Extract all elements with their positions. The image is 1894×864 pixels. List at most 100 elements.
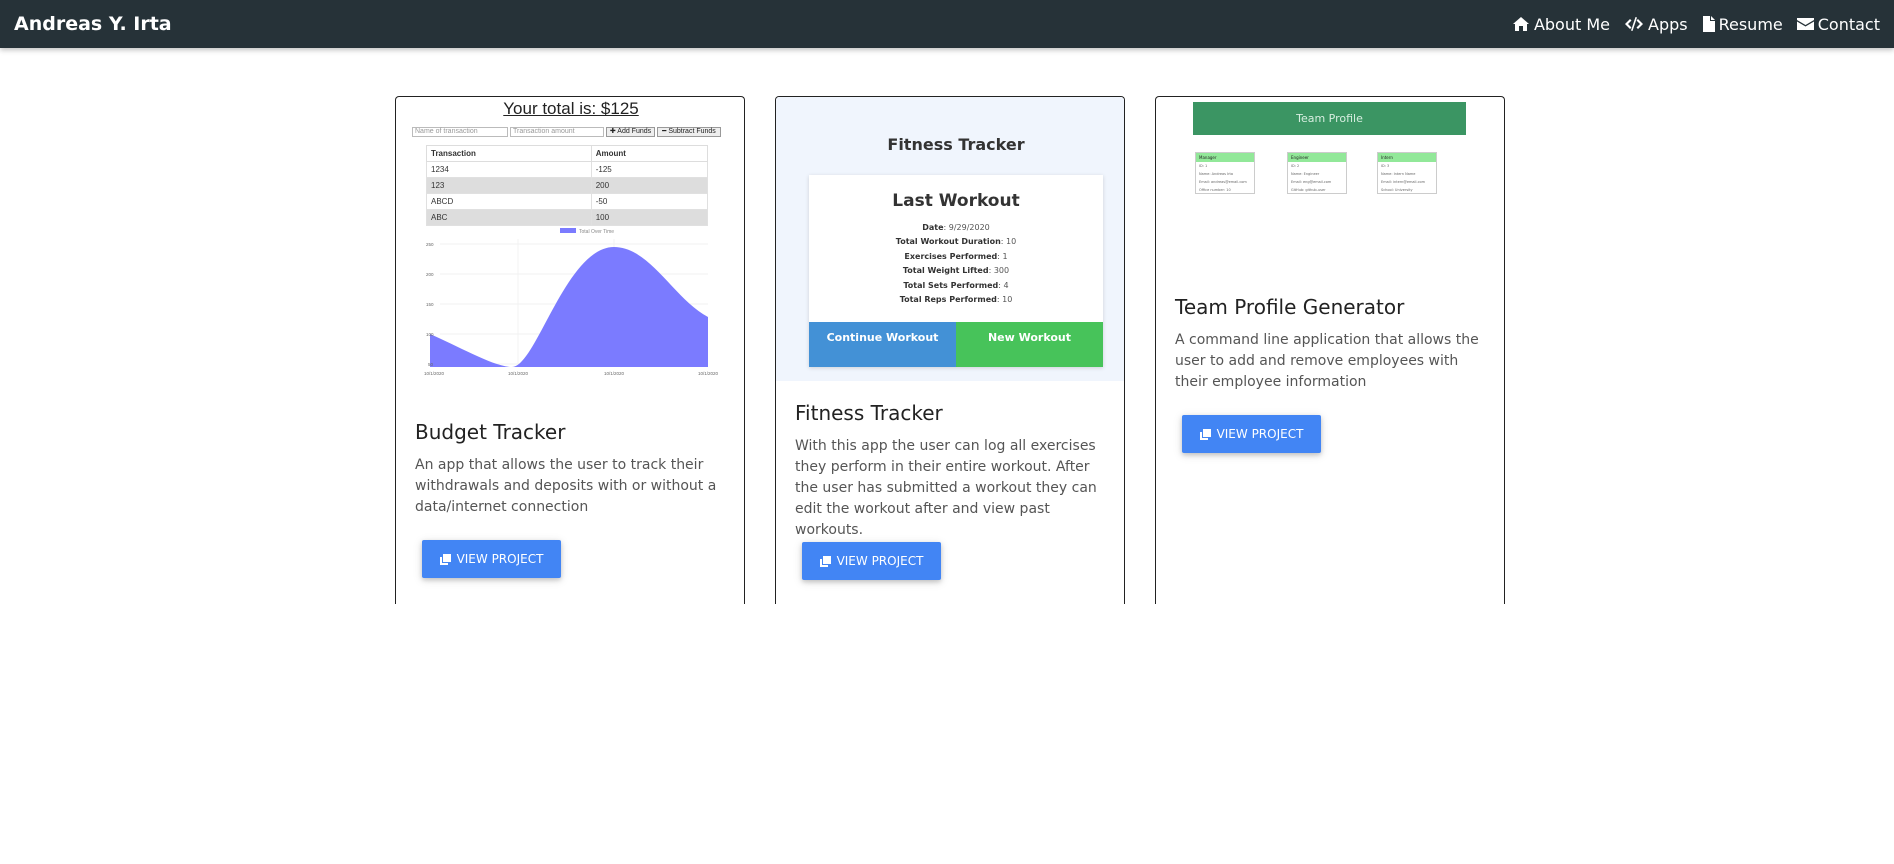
subtract-funds-button: ━ Subtract Funds: [657, 127, 721, 137]
nav-link-resume[interactable]: Resume: [1702, 15, 1783, 34]
workout-stats: Date: 9/29/2020 Total Workout Duration: …: [809, 221, 1103, 307]
chart-x-tick: 10/1/2020: [698, 371, 719, 376]
table-row: ABCD -50: [426, 193, 709, 210]
project-description: With this app the user can log all exerc…: [795, 438, 1097, 538]
employee-role: Engineer: [1288, 153, 1346, 162]
home-icon: [1512, 17, 1529, 31]
project-card-budget-tracker: Your total is: $125 Name of transaction …: [395, 96, 745, 604]
last-workout-title: Last Workout: [892, 191, 1020, 211]
employee-card: Intern ID: 3 Name: Intern Name Email: in…: [1377, 152, 1437, 194]
chart-y-tick: 50: [428, 362, 434, 367]
new-workout-button: New Workout: [956, 322, 1103, 367]
table-cell: 123: [426, 177, 592, 194]
copy-icon: [819, 555, 831, 567]
table-row: ABC 100: [426, 209, 709, 226]
brand-name[interactable]: Andreas Y. Irta: [14, 13, 172, 35]
table-cell: 100: [590, 209, 709, 226]
table-header-row: Transaction Amount: [426, 145, 709, 162]
project-title: Budget Tracker: [415, 420, 566, 444]
project-title: Team Profile Generator: [1175, 295, 1405, 319]
chart-y-tick: 100: [426, 332, 434, 337]
team-profile-screenshot: Team Profile Manager ID: 1 Name: Andreas…: [1156, 97, 1504, 217]
table-cell: -50: [590, 193, 709, 210]
table-header: Transaction: [426, 145, 592, 162]
chart-x-tick: 10/1/2020: [508, 371, 529, 376]
copy-icon: [439, 553, 451, 565]
team-profile-banner: Team Profile: [1193, 102, 1466, 135]
employee-line: Email: intern@email.com: [1381, 180, 1426, 184]
project-description: An app that allows the user to track the…: [415, 457, 717, 515]
chart-legend-swatch: [560, 228, 576, 233]
chart-area-series: [430, 247, 708, 367]
transactions-table: Transaction Amount 1234 -125 123 200 ABC…: [426, 145, 709, 226]
last-workout-card: Last Workout Date: 9/29/2020 Total Worko…: [809, 175, 1103, 367]
view-project-button[interactable]: View Project: [802, 542, 941, 580]
project-description: A command line application that allows t…: [1175, 332, 1479, 390]
nav-link-label: Apps: [1648, 14, 1688, 34]
employee-line: Name: Engineer: [1291, 172, 1320, 176]
continue-workout-button: Continue Workout: [809, 322, 956, 367]
chart-legend-label: Total Over Time: [579, 229, 614, 235]
workout-stat: Date: 9/29/2020: [922, 223, 990, 232]
employee-role: Intern: [1378, 153, 1436, 162]
employee-line: Email: eng@email.com: [1291, 180, 1332, 184]
workout-stat: Total Sets Performed: 4: [903, 280, 1009, 290]
view-project-button[interactable]: View Project: [422, 540, 561, 578]
table-header: Amount: [590, 145, 709, 162]
chart-y-tick: 200: [426, 272, 434, 277]
nav-link-label: Resume: [1718, 14, 1783, 34]
table-cell: ABCD: [426, 193, 592, 210]
chart-x-tick: 10/1/2020: [604, 371, 625, 376]
employee-role: Manager: [1196, 153, 1254, 162]
envelope-icon: [1796, 18, 1814, 30]
employee-line: Email: andreas@email.com: [1199, 180, 1247, 184]
fitness-tracker-screenshot: Fitness Tracker Last Workout Date: 9/29/…: [776, 97, 1124, 381]
add-funds-button: ✚ Add Funds: [606, 127, 655, 137]
nav-link-contact[interactable]: Contact: [1796, 14, 1880, 34]
nav-link-label: Contact: [1817, 14, 1880, 34]
workout-stat: Total Reps Performed: 10: [899, 295, 1013, 305]
project-title: Fitness Tracker: [795, 401, 943, 425]
chart-y-tick: 150: [426, 302, 434, 307]
employee-line: Office number: 10: [1199, 188, 1231, 192]
workout-stat: Total Workout Duration: 10: [895, 237, 1017, 247]
view-project-label: View Project: [836, 554, 924, 568]
table-cell: 1234: [426, 161, 592, 178]
nav-links: About Me Apps Resume Contact: [1512, 15, 1880, 34]
employee-line: GitHub: github-user: [1291, 188, 1326, 192]
chart-x-tick: 10/1/2020: [424, 371, 445, 376]
employee-card: Manager ID: 1 Name: Andreas Irta Email: …: [1195, 152, 1255, 194]
view-project-label: View Project: [456, 552, 544, 566]
employee-line: ID: 3: [1381, 164, 1390, 168]
table-row: 1234 -125: [426, 161, 709, 178]
budget-area-chart: Total Over Time 250 200 150 100 50 10/1/…: [424, 228, 719, 376]
file-icon: [1702, 16, 1715, 32]
view-project-button[interactable]: View Project: [1182, 415, 1321, 453]
copy-icon: [1199, 428, 1211, 440]
transaction-name-input: Name of transaction: [412, 127, 508, 137]
employee-line: Name: Andreas Irta: [1199, 172, 1234, 176]
project-card-fitness-tracker: Fitness Tracker Last Workout Date: 9/29/…: [775, 96, 1125, 604]
nav-link-label: About Me: [1533, 14, 1610, 34]
table-cell: -125: [590, 161, 709, 178]
table-cell: 200: [590, 177, 709, 194]
nav-link-apps[interactable]: Apps: [1624, 15, 1688, 34]
workout-stat: Total Weight Lifted: 300: [902, 266, 1010, 276]
employee-line: ID: 1: [1199, 164, 1208, 168]
fitness-heading: Fitness Tracker: [887, 135, 1025, 154]
employee-card: Engineer ID: 2 Name: Engineer Email: eng…: [1287, 152, 1347, 194]
chart-y-tick: 250: [426, 242, 434, 247]
view-project-label: View Project: [1216, 427, 1304, 441]
employee-line: Name: Intern Name: [1381, 172, 1416, 176]
employee-line: ID: 2: [1291, 164, 1300, 168]
project-card-team-profile-generator: Team Profile Manager ID: 1 Name: Andreas…: [1155, 96, 1505, 604]
transaction-amount-input: Transaction amount: [510, 127, 604, 137]
employee-line: School: University: [1381, 188, 1413, 192]
table-row: 123 200: [426, 177, 709, 194]
table-cell: ABC: [426, 209, 592, 226]
budget-total: Your total is: $125: [503, 99, 639, 118]
nav-link-about-me[interactable]: About Me: [1512, 15, 1610, 34]
chart-x-axis: 10/1/2020 10/1/2020 10/1/2020 10/1/2020: [424, 371, 719, 376]
workout-stat: Exercises Performed: 1: [904, 251, 1008, 261]
budget-tracker-screenshot: Your total is: $125 Name of transaction …: [396, 97, 744, 387]
